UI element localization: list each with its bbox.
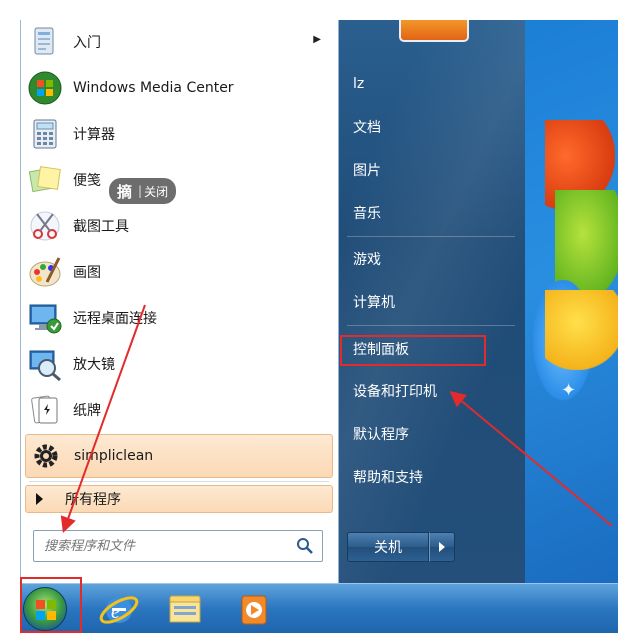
media-center-icon bbox=[27, 70, 63, 106]
place-label: 图片 bbox=[353, 163, 381, 179]
tooltip-popup: 摘 | 关闭 bbox=[109, 178, 177, 204]
all-programs-button[interactable]: 所有程序 bbox=[25, 485, 333, 513]
search-box[interactable] bbox=[33, 530, 323, 562]
svg-text:e: e bbox=[111, 601, 120, 623]
program-label: 放大镜 bbox=[73, 357, 115, 373]
annotation-box-start-button bbox=[20, 577, 82, 633]
place-label: 文档 bbox=[353, 120, 381, 136]
magnifier-icon bbox=[27, 346, 63, 382]
getting-started-icon bbox=[27, 24, 63, 60]
solitaire-icon bbox=[27, 392, 63, 428]
place-default-programs[interactable]: 默认程序 bbox=[345, 418, 515, 450]
internet-explorer-icon[interactable]: e bbox=[98, 588, 140, 630]
program-solitaire[interactable]: 纸牌 bbox=[25, 388, 333, 432]
shutdown-control: 关机 bbox=[347, 532, 457, 562]
media-player-icon[interactable] bbox=[232, 588, 274, 630]
tooltip-big-char: 摘 bbox=[117, 182, 133, 201]
start-menu-places-pane: lz 文档 图片 音乐 游戏 计算机 控制面板 设备和打印机 默认程序 帮助和支… bbox=[338, 20, 525, 583]
program-label: 远程桌面连接 bbox=[73, 311, 157, 327]
user-picture[interactable] bbox=[399, 20, 469, 42]
program-remote-desktop[interactable]: 远程桌面连接 bbox=[25, 296, 333, 340]
program-paint[interactable]: 画图 bbox=[25, 250, 333, 294]
taskbar: e bbox=[20, 583, 618, 633]
program-sticky-notes[interactable]: 便笺 bbox=[25, 158, 333, 202]
program-getting-started[interactable]: 入门 ▶ bbox=[25, 20, 333, 64]
place-label: 帮助和支持 bbox=[353, 470, 423, 486]
desktop-wallpaper: ✦ bbox=[525, 20, 618, 583]
place-user-folder[interactable]: lz bbox=[345, 68, 515, 100]
place-documents[interactable]: 文档 bbox=[345, 111, 515, 143]
snipping-tool-icon bbox=[27, 208, 63, 244]
chevron-right-icon bbox=[439, 542, 445, 552]
annotation-box-control-panel bbox=[340, 335, 486, 366]
all-programs-label: 所有程序 bbox=[65, 492, 121, 508]
tooltip-close-label[interactable]: 关闭 bbox=[144, 183, 168, 200]
place-help-support[interactable]: 帮助和支持 bbox=[345, 461, 515, 493]
search-icon[interactable] bbox=[296, 537, 314, 555]
program-label: 入门 bbox=[73, 35, 101, 51]
windows-explorer-icon[interactable] bbox=[164, 588, 206, 630]
program-simpliclean[interactable]: simpliclean bbox=[25, 434, 333, 478]
place-label: 游戏 bbox=[353, 252, 381, 268]
shutdown-options-button[interactable] bbox=[429, 532, 455, 562]
place-label: 计算机 bbox=[353, 295, 395, 311]
expand-arrow-icon bbox=[36, 493, 43, 505]
program-windows-media-center[interactable]: Windows Media Center bbox=[25, 66, 333, 110]
program-label: Windows Media Center bbox=[73, 80, 234, 96]
submenu-arrow-icon: ▶ bbox=[313, 34, 321, 45]
program-label: simpliclean bbox=[74, 448, 154, 464]
start-menu-programs-pane: 入门 ▶ Windows Media Center 计算器 便笺 截图工具 画图 bbox=[20, 20, 338, 583]
calculator-icon bbox=[27, 116, 63, 152]
place-label: 设备和打印机 bbox=[353, 384, 437, 400]
menu-separator bbox=[29, 481, 329, 482]
tooltip-separator: | bbox=[138, 184, 143, 198]
places-separator bbox=[347, 236, 515, 237]
shutdown-button[interactable]: 关机 bbox=[347, 532, 429, 562]
paint-icon bbox=[27, 254, 63, 290]
place-games[interactable]: 游戏 bbox=[345, 243, 515, 275]
place-label: lz bbox=[353, 76, 365, 92]
program-label: 纸牌 bbox=[73, 403, 101, 419]
program-magnifier[interactable]: 放大镜 bbox=[25, 342, 333, 386]
program-label: 截图工具 bbox=[73, 219, 129, 235]
sparkle-icon: ✦ bbox=[561, 380, 577, 401]
place-pictures[interactable]: 图片 bbox=[345, 154, 515, 186]
place-music[interactable]: 音乐 bbox=[345, 197, 515, 229]
place-label: 默认程序 bbox=[353, 427, 409, 443]
program-calculator[interactable]: 计算器 bbox=[25, 112, 333, 156]
program-snipping-tool[interactable]: 截图工具 bbox=[25, 204, 333, 248]
remote-desktop-icon bbox=[27, 300, 63, 336]
windows-flag-yellow bbox=[545, 290, 618, 370]
places-separator bbox=[347, 325, 515, 326]
place-computer[interactable]: 计算机 bbox=[345, 286, 515, 318]
gear-icon bbox=[28, 438, 64, 474]
program-label: 计算器 bbox=[73, 127, 115, 143]
program-label: 画图 bbox=[73, 265, 101, 281]
place-devices-printers[interactable]: 设备和打印机 bbox=[345, 375, 515, 407]
sticky-notes-icon bbox=[27, 162, 63, 198]
search-input[interactable] bbox=[44, 531, 284, 561]
place-label: 音乐 bbox=[353, 206, 381, 222]
program-label: 便笺 bbox=[73, 173, 101, 189]
